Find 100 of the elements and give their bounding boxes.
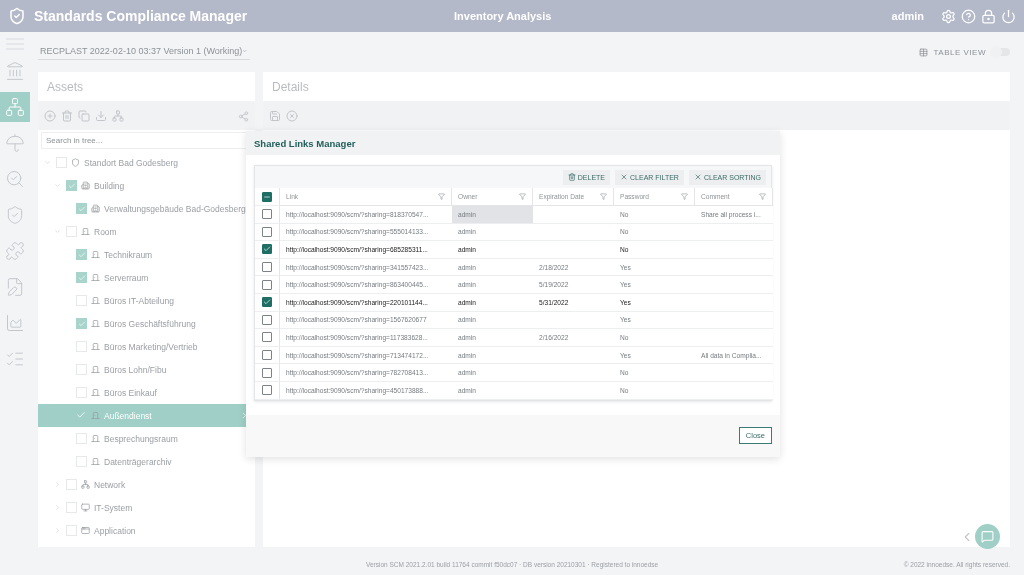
caret-icon[interactable] (54, 182, 61, 189)
help-icon[interactable] (961, 8, 976, 24)
caret-icon[interactable] (44, 159, 51, 166)
search-icon (5, 169, 25, 189)
row-checkbox[interactable] (262, 226, 272, 237)
filter-icon[interactable] (438, 193, 445, 200)
table-icon (918, 47, 928, 57)
select-all-checkbox[interactable] (262, 191, 272, 202)
check-icon (77, 204, 86, 213)
app-title: Standards Compliance Manager (34, 8, 249, 24)
checkbox[interactable] (66, 525, 77, 536)
door-icon (91, 273, 100, 282)
add-icon[interactable] (44, 110, 56, 122)
tree-item[interactable]: Büros Marketing/Vertrieb (38, 335, 255, 358)
checkbox[interactable] (76, 364, 87, 375)
door-icon (91, 411, 100, 420)
caret-icon (242, 47, 248, 55)
version-select[interactable]: RECPLAST 2022-02-10 03:37 Version 1 (Working) (38, 44, 250, 60)
tree-item[interactable]: Büros Lohn/Fibu (38, 358, 255, 381)
tree-item[interactable]: Büros Einkauf (38, 381, 255, 404)
tree-item[interactable]: Network (38, 473, 255, 496)
building-icon (5, 61, 25, 81)
umbrella-icon (5, 133, 25, 153)
filter-icon[interactable] (681, 193, 688, 200)
caret-icon[interactable] (54, 504, 61, 511)
row-checkbox[interactable] (262, 367, 272, 378)
filter-icon[interactable] (759, 193, 766, 200)
checkbox[interactable] (76, 410, 87, 421)
download-icon[interactable] (95, 110, 107, 122)
checkbox[interactable] (76, 249, 87, 260)
settings-icon[interactable] (941, 8, 956, 24)
share-icon[interactable] (238, 110, 249, 122)
row-checkbox[interactable] (262, 209, 272, 220)
copy-icon[interactable] (78, 110, 90, 122)
dialog-title: Shared Links Manager (246, 131, 780, 155)
row-checkbox[interactable] (262, 244, 272, 255)
checkbox[interactable] (66, 226, 77, 237)
building-icon (91, 204, 100, 213)
check-icon (67, 181, 76, 190)
caret-icon[interactable] (54, 527, 61, 534)
trash-icon[interactable] (61, 110, 73, 122)
checkbox[interactable] (76, 387, 87, 398)
save-icon[interactable] (269, 110, 281, 122)
checkbox[interactable] (56, 157, 67, 168)
checkbox[interactable] (76, 341, 87, 352)
checkbox[interactable] (76, 433, 87, 444)
page-title: Inventory Analysis (454, 10, 553, 22)
row-checkbox[interactable] (262, 297, 272, 308)
check-icon (263, 298, 271, 307)
checkbox[interactable] (76, 295, 87, 306)
row-checkbox[interactable] (262, 385, 272, 396)
tree-item[interactable]: Building (38, 174, 255, 197)
door-icon (91, 365, 100, 374)
tree-item[interactable]: Technikraum (38, 243, 255, 266)
power-icon[interactable] (1001, 8, 1016, 24)
row-checkbox[interactable] (262, 262, 272, 273)
checkbox[interactable] (66, 479, 77, 490)
chat-icon (981, 530, 994, 543)
tree-item[interactable]: Büros Geschäftsführung (38, 312, 255, 335)
tree-item[interactable]: IT-System (38, 496, 255, 519)
door-icon (91, 457, 100, 466)
tree-item[interactable]: Besprechungsraum (38, 427, 255, 450)
building-icon (81, 181, 90, 190)
lock-icon[interactable] (981, 8, 996, 24)
nav-button[interactable] (0, 92, 30, 122)
tree-item[interactable]: Büros IT-Abteilung (38, 289, 255, 312)
checkbox[interactable] (66, 180, 77, 191)
check-icon (76, 410, 86, 420)
checkbox[interactable] (76, 318, 87, 329)
check-icon (77, 273, 86, 282)
network-icon (81, 480, 90, 489)
door-icon (81, 227, 90, 236)
tree-item[interactable]: Verwaltungsgebäude Bad-Godesberg (38, 197, 255, 220)
window-icon (81, 526, 90, 535)
caret-icon[interactable] (54, 228, 61, 235)
hierarchy-icon (5, 97, 25, 117)
checkbox[interactable] (66, 502, 77, 513)
document-icon (5, 277, 25, 297)
close-icon (693, 173, 702, 181)
tree-item[interactable]: Datenträgerarchiv (38, 450, 255, 473)
tree-item[interactable]: Application (38, 519, 255, 542)
door-icon (91, 342, 100, 351)
tree-item[interactable]: Room (38, 220, 255, 243)
row-checkbox[interactable] (262, 350, 272, 361)
cancel-icon[interactable] (286, 110, 298, 122)
user-name: admin (891, 10, 924, 22)
row-checkbox[interactable] (262, 314, 272, 325)
caret-icon[interactable] (54, 481, 61, 488)
filter-icon[interactable] (600, 193, 607, 200)
row-checkbox[interactable] (262, 332, 272, 343)
row-checkbox[interactable] (262, 279, 272, 290)
hierarchy-icon[interactable] (112, 110, 124, 122)
checkbox[interactable] (76, 272, 87, 283)
tree-item[interactable]: Serverraum (38, 266, 255, 289)
check-icon (77, 250, 86, 259)
checkbox[interactable] (76, 456, 87, 467)
filter-icon[interactable] (519, 193, 526, 200)
shield-icon (5, 205, 25, 225)
checkbox[interactable] (76, 203, 87, 214)
door-icon (91, 434, 100, 443)
